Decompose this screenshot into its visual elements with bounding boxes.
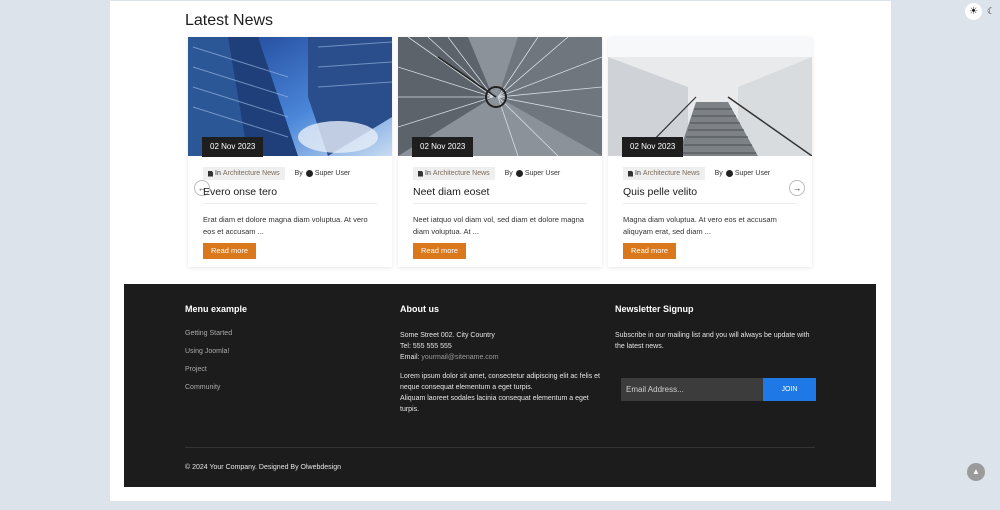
author: By Super User (504, 170, 561, 177)
author: By Super User (294, 170, 351, 177)
arrow-right-icon: → (792, 183, 802, 193)
author: By Super User (714, 170, 771, 177)
author-prefix: By (294, 170, 303, 177)
category-prefix: In (635, 170, 641, 177)
date-badge: 02 Nov 2023 (202, 137, 264, 157)
read-more-button[interactable]: Read more (413, 243, 467, 259)
email-label: Email: (400, 354, 420, 361)
author-prefix: By (504, 170, 513, 177)
site-footer: Menu example Getting Started Using Jooml… (124, 284, 876, 487)
news-card: 02 Nov 2023 In Architecture News By Supe… (398, 37, 602, 267)
newsletter-text: Subscribe in our mailing list and you wi… (615, 332, 810, 350)
address: Some Street 002. City Country (400, 332, 495, 339)
read-more-button[interactable]: Read more (623, 243, 677, 259)
footer-menu-item[interactable]: Project (185, 366, 385, 384)
section-title: Latest News (185, 12, 274, 29)
news-card: 02 Nov 2023 ← In Architecture News By Su… (188, 37, 392, 267)
card-meta: In Architecture News By Super User (203, 167, 350, 180)
user-icon (725, 170, 733, 177)
category-link[interactable]: Architecture News (433, 170, 490, 177)
footer-menu: Getting Started Using Joomla! Project Co… (185, 330, 385, 402)
author-name: Super User (314, 170, 351, 177)
moon-icon[interactable]: ☾ (984, 6, 998, 17)
category-prefix: In (215, 170, 221, 177)
footer-newsletter-column: Newsletter Signup Subscribe in our maili… (615, 304, 820, 414)
category-link[interactable]: Architecture News (223, 170, 280, 177)
chevron-up-icon: ▲ (972, 467, 980, 476)
user-icon (305, 170, 313, 177)
author-name: Super User (524, 170, 561, 177)
document-icon (628, 170, 633, 177)
author-name: Super User (734, 170, 771, 177)
card-text: Neet iatquo vol diam vol, sed diam et do… (413, 215, 584, 236)
read-more-button[interactable]: Read more (203, 243, 257, 259)
card-meta: In Architecture News By Super User (623, 167, 770, 180)
category-prefix: In (425, 170, 431, 177)
footer-menu-item[interactable]: Using Joomla! (185, 348, 385, 366)
about-paragraph: Lorem ipsum dolor sit amet, consectetur … (400, 373, 600, 391)
join-button[interactable]: JOIN (763, 378, 816, 401)
user-icon (515, 170, 523, 177)
email-input[interactable] (621, 378, 763, 401)
date-badge: 02 Nov 2023 (412, 137, 474, 157)
card-meta: In Architecture News By Super User (413, 167, 560, 180)
divider (413, 203, 587, 204)
footer-menu-item[interactable]: Community (185, 384, 385, 402)
divider (203, 203, 377, 204)
sun-icon[interactable]: ☀ (965, 2, 982, 20)
theme-toggle[interactable]: ☀ ☾ (965, 2, 998, 20)
footer-about-column: About us Some Street 002. City Country T… (400, 304, 602, 415)
news-card: 02 Nov 2023 → In Architecture News By Su… (608, 37, 812, 267)
footer-divider (185, 447, 815, 448)
card-title[interactable]: Evero onse tero (203, 186, 277, 198)
about-paragraph: Aliquam laoreet sodales lacinia consequa… (400, 395, 589, 413)
document-icon (208, 170, 213, 177)
footer-menu-item[interactable]: Getting Started (185, 330, 385, 348)
category-link[interactable]: Architecture News (643, 170, 700, 177)
newsletter-form: JOIN (621, 378, 816, 401)
category-chip[interactable]: In Architecture News (413, 167, 495, 180)
footer-menu-column: Menu example Getting Started Using Jooml… (185, 304, 385, 402)
back-to-top-button[interactable]: ▲ (967, 463, 985, 481)
newsletter-title: Newsletter Signup (615, 304, 694, 314)
document-icon (418, 170, 423, 177)
author-prefix: By (714, 170, 723, 177)
email-line: Email: yourmail@sitename.com (400, 352, 602, 363)
date-badge: 02 Nov 2023 (622, 137, 684, 157)
category-chip[interactable]: In Architecture News (203, 167, 285, 180)
card-text: Magna diam voluptua. At vero eos et accu… (623, 215, 777, 236)
divider (623, 203, 797, 204)
card-title[interactable]: Quis pelle velito (623, 186, 697, 198)
footer-about-title: About us (400, 304, 439, 314)
telephone: Tel: 555 555 555 (400, 343, 452, 350)
copyright: © 2024 Your Company. Designed By Olwebde… (185, 464, 342, 471)
card-title[interactable]: Neet diam eoset (413, 186, 489, 198)
category-chip[interactable]: In Architecture News (623, 167, 705, 180)
footer-menu-title: Menu example (185, 304, 248, 314)
carousel-next-button[interactable]: → (789, 180, 805, 196)
card-text: Erat diam et dolore magna diam voluptua.… (203, 215, 368, 236)
email-link[interactable]: yourmail@sitename.com (421, 354, 498, 361)
